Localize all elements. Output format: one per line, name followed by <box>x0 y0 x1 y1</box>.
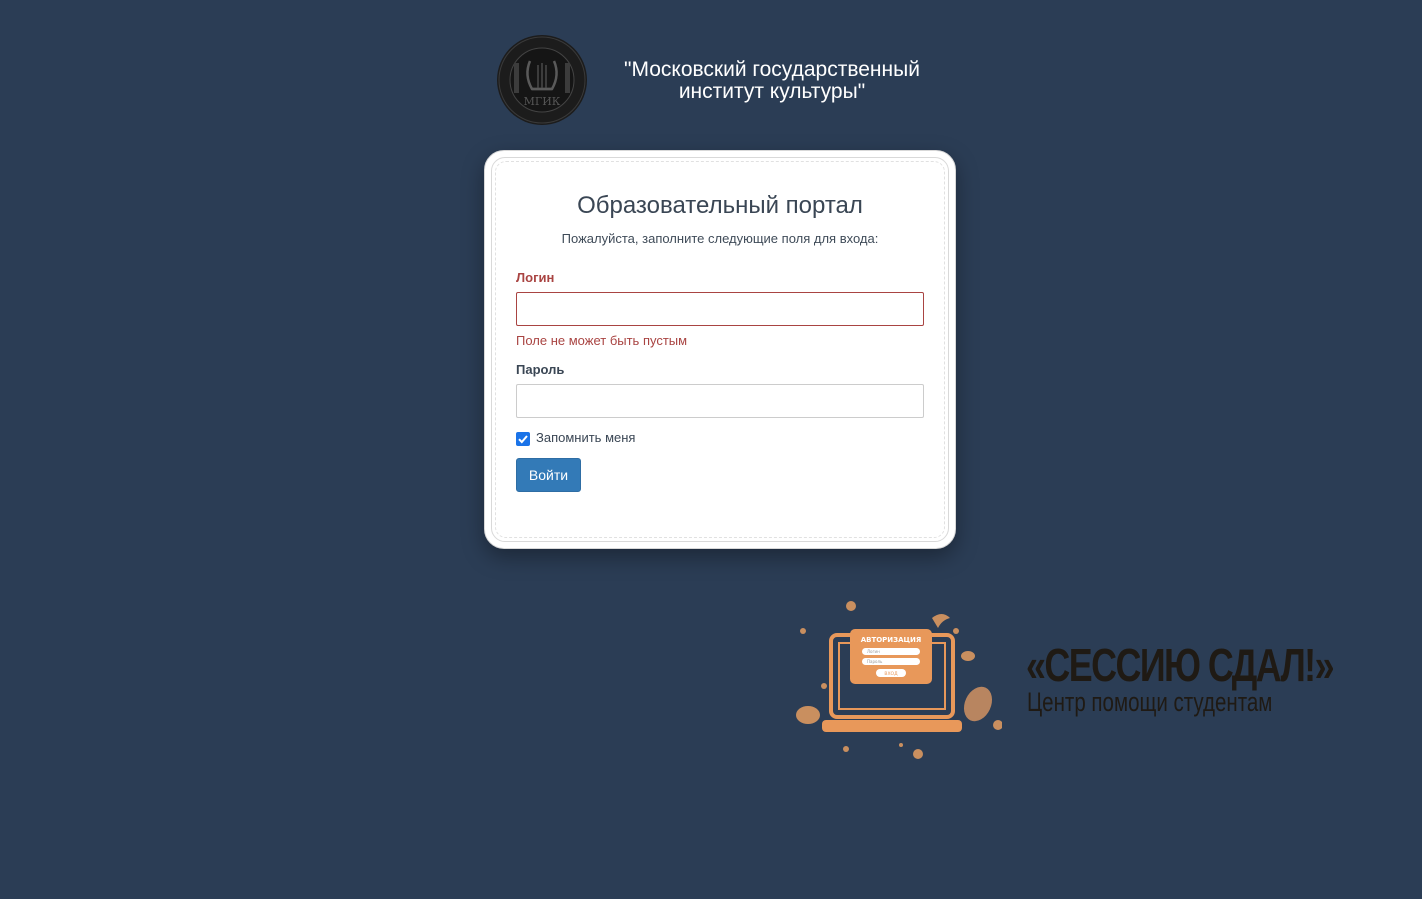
login-input[interactable] <box>516 292 924 326</box>
promo-title: «СЕССИЮ СДАЛ!» <box>1026 639 1335 691</box>
portal-title: Образовательный портал <box>577 192 863 219</box>
svg-text:Пароль: Пароль <box>867 659 883 664</box>
svg-text:МГИК: МГИК <box>524 95 561 108</box>
lyre-emblem-icon: МГИК <box>497 35 587 125</box>
checkmark-icon <box>518 435 528 444</box>
password-label: Пароль <box>516 362 565 377</box>
remember-me-label: Запомнить меня <box>536 430 636 445</box>
institute-title-line1: "Московский государственный <box>624 58 920 81</box>
promo-banner[interactable]: АВТОРИЗАЦИЯ Логин Пароль ВХОД «СЕССИЮ СД… <box>792 598 1352 763</box>
login-label: Логин <box>516 270 555 285</box>
promo-subtitle: Центр помощи студентам <box>1027 687 1273 717</box>
password-input[interactable] <box>516 384 924 418</box>
institute-title: "Московский государственный институт кул… <box>612 59 932 103</box>
login-card: Образовательный портал Пожалуйста, запол… <box>484 150 956 549</box>
institute-title-line2: институт культуры" <box>678 80 866 103</box>
svg-text:Логин: Логин <box>867 649 880 654</box>
svg-text:АВТОРИЗАЦИЯ: АВТОРИЗАЦИЯ <box>861 636 922 644</box>
laptop-login-icon: АВТОРИЗАЦИЯ Логин Пароль ВХОД <box>796 601 1002 759</box>
portal-subtitle: Пожалуйста, заполните следующие поля для… <box>561 231 879 246</box>
login-error-message: Поле не может быть пустым <box>516 333 688 348</box>
header: МГИК "Московский государственный институ… <box>494 33 944 128</box>
remember-me-checkbox[interactable] <box>516 432 530 446</box>
svg-text:ВХОД: ВХОД <box>884 671 898 677</box>
login-submit-button[interactable]: Войти <box>516 458 581 492</box>
